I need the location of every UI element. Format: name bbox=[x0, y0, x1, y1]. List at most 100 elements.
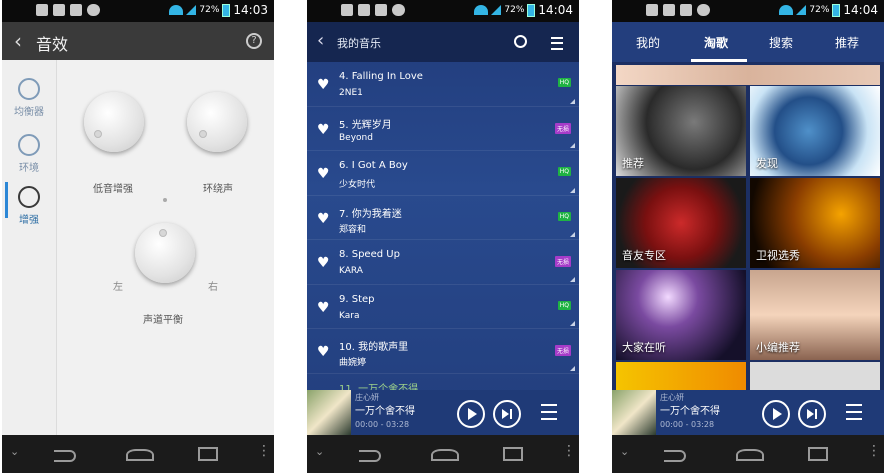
side-item-environment[interactable]: 环境 bbox=[2, 124, 56, 180]
tile-partial-left[interactable] bbox=[616, 362, 746, 392]
list-item[interactable]: ♥ 4. Falling In Love 2NE1 HQ bbox=[307, 62, 579, 107]
enhance-panel: 低音增强 环绕声 左 右 声道平衡 bbox=[57, 60, 274, 435]
active-indicator bbox=[5, 182, 8, 218]
more-corner-icon[interactable] bbox=[570, 143, 575, 148]
song-artist: 少女时代 bbox=[339, 180, 376, 190]
home-icon[interactable] bbox=[126, 449, 154, 461]
song-artist: KARA bbox=[339, 266, 363, 276]
heart-icon[interactable]: ♥ bbox=[317, 122, 330, 138]
heart-icon[interactable]: ♥ bbox=[317, 77, 330, 93]
tile-label: 小编推荐 bbox=[756, 341, 800, 354]
tile-partial-right[interactable] bbox=[750, 362, 880, 392]
status-bar: 72% 14:04 bbox=[307, 0, 579, 22]
list-item[interactable]: ♥ 10. 我的歌声里 曲婉婷 无损 bbox=[307, 329, 579, 374]
battery-percent: 72% bbox=[809, 5, 830, 15]
heart-icon[interactable]: ♥ bbox=[317, 166, 330, 182]
overflow-menu-icon[interactable]: ⋮ bbox=[562, 443, 576, 459]
next-button[interactable] bbox=[798, 400, 826, 428]
quality-badge: 无损 bbox=[554, 122, 571, 134]
banner-strip[interactable] bbox=[616, 65, 880, 85]
player-song: 一万个舍不得 bbox=[660, 406, 720, 417]
wifi-icon bbox=[169, 5, 184, 15]
player-time: 00:00 - 03:28 bbox=[355, 420, 410, 429]
surround-knob[interactable] bbox=[187, 92, 247, 152]
heart-icon[interactable]: ♥ bbox=[317, 300, 330, 316]
overflow-menu-icon[interactable]: ⋮ bbox=[257, 443, 271, 459]
recent-apps-icon[interactable] bbox=[808, 447, 828, 461]
playlist-icon[interactable] bbox=[541, 404, 557, 420]
song-artist: 2NE1 bbox=[339, 88, 363, 98]
battery-icon bbox=[222, 3, 231, 17]
list-item[interactable]: ♥ 8. Speed Up KARA 无损 bbox=[307, 240, 579, 285]
search-icon[interactable] bbox=[514, 35, 527, 48]
list-item[interactable]: ♥ 6. I Got A Boy 少女时代 HQ bbox=[307, 151, 579, 196]
signal-icon bbox=[491, 5, 502, 15]
recent-apps-icon[interactable] bbox=[198, 447, 218, 461]
phone-discover: 72% 14:04 我的 淘歌 搜索 推荐 推荐 发现 音友专区 卫视选秀 大家… bbox=[612, 0, 884, 473]
tile-label: 音友专区 bbox=[622, 249, 666, 262]
album-cover[interactable] bbox=[612, 390, 656, 435]
balance-knob[interactable] bbox=[135, 223, 195, 283]
menu-icon[interactable] bbox=[551, 37, 563, 50]
back-icon[interactable] bbox=[54, 450, 76, 462]
center-dot bbox=[163, 198, 167, 202]
heart-icon[interactable]: ♥ bbox=[317, 344, 330, 360]
chevron-down-icon[interactable]: ⌄ bbox=[620, 445, 629, 458]
back-icon[interactable] bbox=[664, 450, 686, 462]
tile-editor-picks[interactable]: 小编推荐 bbox=[750, 270, 880, 360]
tile-recommend[interactable]: 推荐 bbox=[616, 86, 746, 176]
list-item[interactable]: ♥ 9. Step Kara HQ bbox=[307, 285, 579, 329]
chevron-down-icon[interactable]: ⌄ bbox=[10, 445, 19, 458]
notification-icons bbox=[36, 4, 100, 16]
side-item-label: 增强 bbox=[19, 215, 39, 226]
more-corner-icon[interactable] bbox=[570, 365, 575, 371]
recent-apps-icon[interactable] bbox=[503, 447, 523, 461]
heart-icon[interactable]: ♥ bbox=[317, 211, 330, 227]
tab-recommend[interactable]: 推荐 bbox=[835, 34, 859, 51]
list-item[interactable]: ♥ 7. 你为我着迷 郑容和 HQ bbox=[307, 196, 579, 240]
player-time: 00:00 - 03:28 bbox=[660, 420, 715, 429]
tile-tv-talent[interactable]: 卫视选秀 bbox=[750, 178, 880, 268]
tab-mine[interactable]: 我的 bbox=[636, 34, 660, 51]
side-item-equalizer[interactable]: 均衡器 bbox=[2, 68, 56, 124]
more-corner-icon[interactable] bbox=[570, 187, 575, 193]
tab-search[interactable]: 搜索 bbox=[769, 34, 793, 51]
chevron-down-icon[interactable]: ⌄ bbox=[315, 445, 324, 458]
overflow-menu-icon[interactable]: ⋮ bbox=[867, 443, 881, 459]
back-icon[interactable] bbox=[359, 450, 381, 462]
home-icon[interactable] bbox=[431, 449, 459, 461]
mini-player[interactable]: 庄心妍 一万个舍不得 00:00 - 03:28 bbox=[307, 390, 579, 435]
album-cover[interactable] bbox=[307, 390, 351, 435]
side-item-enhance[interactable]: 增强 bbox=[2, 176, 56, 232]
next-button[interactable] bbox=[493, 400, 521, 428]
tab-discover[interactable]: 淘歌 bbox=[704, 34, 728, 51]
play-button[interactable] bbox=[457, 400, 485, 428]
battery-icon bbox=[832, 3, 841, 17]
back-arrow-icon[interactable]: ‹ bbox=[14, 29, 22, 53]
mini-player[interactable]: 庄心妍 一万个舍不得 00:00 - 03:28 bbox=[612, 390, 884, 435]
side-nav: 均衡器 环境 增强 bbox=[2, 60, 57, 435]
tile-friends-zone[interactable]: 音友专区 bbox=[616, 178, 746, 268]
clock: 14:04 bbox=[538, 3, 573, 17]
tile-label: 卫视选秀 bbox=[756, 249, 800, 262]
more-corner-icon[interactable] bbox=[570, 276, 575, 282]
more-corner-icon[interactable] bbox=[570, 98, 575, 104]
playlist-icon[interactable] bbox=[846, 404, 862, 420]
more-corner-icon[interactable] bbox=[570, 232, 575, 237]
notification-icons bbox=[646, 4, 710, 16]
list-item[interactable]: ♥ 5. 光辉岁月 Beyond 无损 bbox=[307, 107, 579, 151]
more-corner-icon[interactable] bbox=[570, 321, 575, 326]
play-button[interactable] bbox=[762, 400, 790, 428]
tile-everyone-listening[interactable]: 大家在听 bbox=[616, 270, 746, 360]
back-arrow-icon[interactable]: ‹ bbox=[317, 30, 324, 51]
tile-discover[interactable]: 发现 bbox=[750, 86, 880, 176]
home-icon[interactable] bbox=[736, 449, 764, 461]
song-list: ♥ 4. Falling In Love 2NE1 HQ ♥ 5. 光辉岁月 B… bbox=[307, 62, 579, 418]
page-title: 音效 bbox=[36, 35, 69, 54]
help-icon[interactable]: ? bbox=[246, 33, 262, 49]
enhance-icon bbox=[18, 186, 40, 208]
environment-icon bbox=[18, 134, 40, 156]
bass-boost-knob[interactable] bbox=[84, 92, 144, 152]
heart-icon[interactable]: ♥ bbox=[317, 255, 330, 271]
signal-icon bbox=[796, 5, 807, 15]
